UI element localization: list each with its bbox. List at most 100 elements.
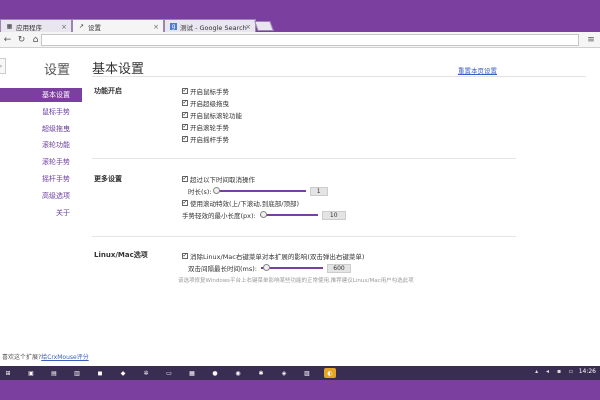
new-tab-button[interactable] — [254, 21, 274, 31]
section-label-features: 功能开启 — [94, 87, 122, 95]
main-content: 基本设置 重置本页设置 功能开启 ✓ 开启鼠标手势 ✓ 开启超级拖曳 ✓ 开启鼠标滚轮… — [82, 48, 600, 366]
sidebar-item-label: 摇杆手势 — [42, 175, 70, 183]
tab-label: 应用程序 — [16, 23, 42, 32]
option-label: 消除Linux/Mac右键菜单对本扩展的影响(双击弹出右键菜单) — [190, 252, 365, 261]
sidebar-item-label: 关于 — [56, 209, 70, 217]
apps-icon: ▦ — [6, 23, 13, 30]
sidebar-item-basic[interactable]: 基本设置 — [0, 88, 82, 102]
option-smooth-scroll[interactable]: ✓ 使用滚动特效(上/下滚动,到底部/顶部) — [182, 198, 300, 208]
tab-label: 测试 - Google Search — [180, 23, 247, 32]
option-rocker-gestures[interactable]: ✓ 开启摇杆手势 — [182, 134, 229, 144]
settings-page: › 设置 基本设置 鼠标手势 超级拖曳 滚轮功能 滚轮手势 摇杆手势 高级选项 … — [0, 48, 600, 366]
close-icon[interactable]: × — [61, 23, 67, 31]
back-icon[interactable]: ← — [1, 33, 14, 46]
option-label: 超过以下时间取消操作 — [190, 175, 255, 184]
sidebar-item-mouse-gestures[interactable]: 鼠标手势 — [0, 105, 82, 119]
sidebar-item-label: 滚轮手势 — [42, 158, 70, 166]
checkbox[interactable]: ✓ — [182, 175, 188, 182]
media-icon[interactable]: ◼ — [94, 368, 106, 378]
sidebar-item-label: 滚轮功能 — [42, 141, 70, 149]
slider-thumb[interactable] — [260, 211, 268, 218]
min-length-label: 手势轻效的最小长度(px): — [182, 212, 256, 220]
divider — [92, 236, 516, 237]
option-label: 开启摇杆手势 — [190, 135, 229, 144]
terminal-icon[interactable]: ▤ — [48, 368, 60, 378]
duration-row: 时长(s): 1 — [188, 186, 328, 196]
linux-mac-hint: 该选项修复Windows平台上右键菜单影响某些功能的正常使用,推荐建议Linux… — [178, 278, 414, 284]
menu-icon[interactable]: ≡ — [585, 34, 597, 46]
checkbox[interactable]: ✓ — [182, 252, 188, 259]
sidebar-item-advanced[interactable]: 高级选项 — [0, 189, 82, 203]
tab-google-search[interactable]: g 测试 - Google Search × — [164, 19, 256, 33]
record-icon[interactable]: ● — [209, 368, 221, 378]
sidebar-item-wheel-gestures[interactable]: 滚轮手势 — [0, 155, 82, 169]
desktop-strip — [0, 380, 600, 400]
gear-icon[interactable]: ✱ — [255, 368, 267, 378]
slider-thumb[interactable] — [262, 264, 270, 271]
option-label: 开启鼠标滚轮功能 — [190, 111, 242, 120]
chrome-icon[interactable]: ◐ — [324, 368, 336, 378]
python-icon[interactable]: ◆ — [117, 368, 129, 378]
sidebar-item-wheel-function[interactable]: 滚轮功能 — [0, 138, 82, 152]
network-icon[interactable]: ◈ — [278, 368, 290, 378]
option-mouse-gestures[interactable]: ✓ 开启鼠标手势 — [182, 86, 229, 96]
min-length-value: 10 — [321, 210, 346, 220]
slider-thumb[interactable] — [212, 187, 220, 194]
sidebar-item-about[interactable]: 关于 — [0, 206, 82, 220]
sidebar-toggle-icon[interactable]: › — [0, 58, 6, 74]
tab-label: 设置 — [88, 23, 101, 32]
option-linux-mac-context-menu[interactable]: ✓ 消除Linux/Mac右键菜单对本扩展的影响(双击弹出右键菜单) — [182, 251, 365, 261]
duration-label: 时长(s): — [188, 188, 212, 196]
folder-icon[interactable]: ▭ — [163, 368, 175, 378]
tab-settings[interactable]: ↗ 设置 × — [72, 19, 164, 33]
explorer-icon[interactable]: ▣ — [25, 368, 37, 378]
google-icon: g — [170, 23, 177, 30]
close-icon[interactable]: × — [153, 23, 159, 31]
checkbox[interactable]: ✓ — [182, 99, 188, 106]
min-length-slider[interactable] — [259, 211, 318, 218]
chat-icon[interactable]: ▦ — [186, 368, 198, 378]
option-wheel-gestures[interactable]: ✓ 开启滚轮手势 — [182, 122, 229, 132]
checkbox[interactable]: ✓ — [182, 123, 188, 130]
duration-slider[interactable] — [212, 187, 306, 194]
option-label: 使用滚动特效(上/下滚动,到底部/顶部) — [190, 199, 300, 208]
editor-icon[interactable]: ▥ — [71, 368, 83, 378]
firefox-icon[interactable]: ◉ — [232, 368, 244, 378]
sidebar-item-rocker-gestures[interactable]: 摇杆手势 — [0, 172, 82, 186]
option-super-drag[interactable]: ✓ 开启超级拖曳 — [182, 98, 229, 108]
option-label: 开启超级拖曳 — [190, 99, 229, 108]
section-label-linux-mac: Linux/Mac选项 — [94, 251, 148, 259]
printer-icon[interactable]: ▨ — [301, 368, 313, 378]
checkbox[interactable]: ✓ — [182, 87, 188, 94]
option-label: 开启鼠标手势 — [190, 87, 229, 96]
sidebar-footer: 喜欢这个扩展?给CrxMouse评分 — [2, 352, 89, 361]
checkbox[interactable]: ✓ — [182, 111, 188, 118]
reload-icon[interactable]: ↻ — [15, 33, 28, 46]
footer-text: 喜欢这个扩展? — [2, 354, 42, 361]
reset-page-link[interactable]: 重置本页设置 — [458, 65, 497, 75]
sidebar: › 设置 基本设置 鼠标手势 超级拖曳 滚轮功能 滚轮手势 摇杆手势 高级选项 … — [0, 48, 89, 366]
double-click-label: 双击间隔最长时间(ms): — [188, 265, 257, 273]
double-click-slider[interactable] — [260, 264, 323, 271]
sidebar-item-super-drag[interactable]: 超级拖曳 — [0, 122, 82, 136]
tab-apps[interactable]: ▦ 应用程序 × — [0, 19, 72, 33]
tab-bar: ▦ 应用程序 × ↗ 设置 × g 测试 - Google Search × — [0, 0, 600, 33]
option-timeout-cancel[interactable]: ✓ 超过以下时间取消操作 — [182, 174, 255, 184]
system-tray[interactable]: ▴ ◂ ▪ ▫ — [535, 368, 576, 375]
sidebar-title: 设置 — [44, 63, 71, 78]
settings-icon[interactable]: ✲ — [140, 368, 152, 378]
section-label-more: 更多设置 — [94, 175, 122, 183]
page-title: 基本设置 — [92, 62, 145, 77]
checkbox[interactable]: ✓ — [182, 135, 188, 142]
sidebar-item-label: 超级拖曳 — [42, 125, 70, 133]
double-click-row: 双击间隔最长时间(ms): 600 — [188, 263, 351, 273]
option-wheel-function[interactable]: ✓ 开启鼠标滚轮功能 — [182, 110, 242, 120]
checkbox[interactable]: ✓ — [182, 199, 188, 206]
clock: 14:26 — [578, 368, 596, 375]
double-click-value: 600 — [326, 263, 351, 273]
address-bar[interactable] — [41, 34, 579, 46]
close-icon[interactable]: × — [245, 23, 251, 31]
start-icon[interactable]: ⊞ — [2, 368, 14, 378]
option-label: 开启滚轮手势 — [190, 123, 229, 132]
divider — [92, 158, 516, 159]
